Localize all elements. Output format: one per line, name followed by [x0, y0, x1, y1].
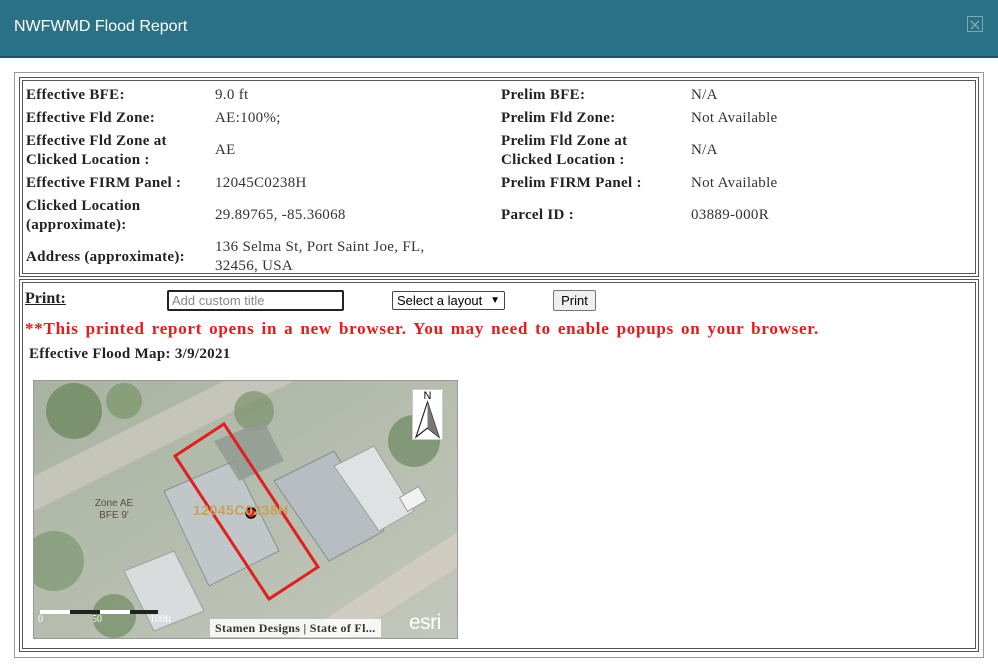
- clicked-location-label-line1: Clicked Location: [26, 198, 141, 214]
- effective-bfe-label: Effective BFE:: [26, 87, 125, 103]
- north-arrow-icon: N: [412, 389, 443, 440]
- prelim-fld-zone-label: Prelim Fld Zone:: [501, 110, 616, 126]
- map-title: Effective Flood Map: 3/9/2021: [29, 346, 231, 362]
- custom-title-input[interactable]: [167, 290, 344, 311]
- clicked-location-label-line2: (approximate):: [26, 217, 127, 233]
- zone-label: Zone AE BFE 9': [85, 498, 143, 522]
- parcel-id-value: 03889-000R: [691, 207, 769, 223]
- layout-select[interactable]: Select a layout ▼: [392, 291, 505, 310]
- prelim-zone-clicked-label-line1: Prelim Fld Zone at: [501, 133, 628, 149]
- print-button[interactable]: Print: [553, 290, 596, 311]
- prelim-zone-clicked-value: N/A: [691, 142, 718, 158]
- effective-zone-clicked-label-line2: Clicked Location :: [26, 152, 150, 168]
- firm-panel-map-label: 12045C0238H: [193, 502, 289, 518]
- prelim-firm-panel-value: Not Available: [691, 175, 778, 191]
- parcel-id-label: Parcel ID :: [501, 207, 574, 223]
- scale-tick-100: 100ft: [150, 614, 172, 625]
- effective-fld-zone-label: Effective Fld Zone:: [26, 110, 156, 126]
- effective-fld-zone-value: AE:100%;: [215, 110, 281, 126]
- address-value-line1: 136 Selma St, Port Saint Joe, FL,: [215, 239, 425, 255]
- prelim-firm-panel-label: Prelim FIRM Panel :: [501, 175, 642, 191]
- esri-logo: esri: [409, 611, 441, 634]
- address-label: Address (approximate):: [26, 249, 185, 265]
- effective-firm-panel-value: 12045C0238H: [215, 175, 307, 191]
- north-arrow-shape: [414, 400, 441, 439]
- popup-warning: **This printed report opens in a new bro…: [25, 319, 820, 338]
- prelim-bfe-label: Prelim BFE:: [501, 87, 586, 103]
- zone-label-line1: Zone AE: [94, 498, 134, 509]
- print-label: Print:: [25, 290, 66, 307]
- effective-zone-clicked-label-line1: Effective Fld Zone at: [26, 133, 167, 149]
- close-icon[interactable]: ×: [967, 16, 983, 33]
- prelim-bfe-value: N/A: [691, 87, 718, 103]
- dialog-title: NWFWMD Flood Report: [14, 18, 188, 35]
- scale-tick-0: 0: [38, 614, 43, 625]
- effective-bfe-value: 9.0 ft: [215, 87, 249, 103]
- scale-tick-50: 50: [92, 614, 102, 625]
- dialog-titlebar: NWFWMD Flood Report ×: [0, 0, 998, 58]
- clicked-location-value: 29.89765, -85.36068: [215, 207, 346, 223]
- zone-label-line2: BFE 9': [99, 510, 129, 521]
- address-value-line2: 32456, USA: [215, 258, 294, 274]
- map-attribution: Stamen Designs | State of Fl...: [210, 619, 381, 637]
- chevron-down-icon: ▼: [490, 295, 500, 306]
- layout-select-value: Select a layout: [397, 293, 483, 308]
- prelim-zone-clicked-label-line2: Clicked Location :: [501, 152, 625, 168]
- prelim-fld-zone-value: Not Available: [691, 110, 778, 126]
- effective-firm-panel-label: Effective FIRM Panel :: [26, 175, 182, 191]
- effective-zone-clicked-value: AE: [215, 142, 236, 158]
